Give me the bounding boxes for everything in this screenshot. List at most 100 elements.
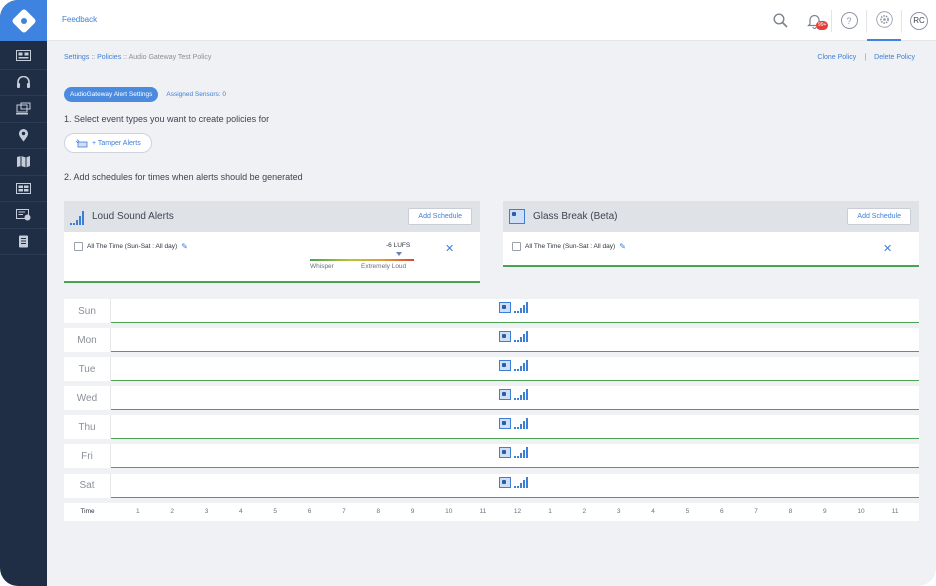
delete-policy-button[interactable]: Delete Policy — [874, 54, 915, 61]
notifications-button[interactable]: 99+ — [797, 0, 831, 41]
avatar: RC — [910, 11, 928, 30]
day-schedule-track[interactable] — [111, 415, 919, 440]
edit-icon[interactable]: ✎ — [619, 242, 626, 251]
settings-button[interactable] — [867, 0, 901, 41]
step-2-heading: 2. Add schedules for times when alerts s… — [64, 172, 303, 182]
dashboard-icon — [16, 50, 31, 62]
day-name: Sun — [78, 305, 96, 317]
glass-break-icon[interactable] — [499, 389, 511, 401]
tamper-alerts-button[interactable]: + Tamper Alerts — [64, 133, 152, 153]
add-schedule-button[interactable]: Add Schedule — [847, 208, 911, 225]
loud-sound-card: Loud Sound Alerts Add Schedule All The T… — [64, 201, 480, 283]
weekly-timeline: Sun Mon Tue Wed Thu Fri Sat Time 1 2 3 4 5 6 7 8 9 10 11… — [64, 299, 919, 521]
hour-tick-label: 10 — [857, 507, 865, 515]
add-schedule-button[interactable]: Add Schedule — [408, 208, 472, 225]
devices-icon — [16, 102, 31, 115]
schedule-line — [503, 265, 919, 267]
hour-tick-label: 10 — [445, 507, 453, 515]
day-name: Thu — [78, 421, 96, 433]
remove-schedule-button[interactable]: ✕ — [883, 242, 892, 255]
glass-break-icon[interactable] — [499, 476, 511, 488]
hour-tick-label: 9 — [410, 507, 415, 515]
glass-break-title: Glass Break (Beta) — [533, 211, 618, 222]
breadcrumb-separator: :: — [121, 54, 129, 61]
help-icon: ? — [840, 12, 858, 29]
clone-policy-button[interactable]: Clone Policy — [817, 54, 856, 61]
hour-tick-label: 6 — [719, 507, 724, 515]
loudness-scale[interactable] — [310, 259, 414, 261]
day-row: Tue — [64, 357, 919, 382]
day-schedule-track[interactable] — [111, 474, 919, 498]
hour-tick-label: 3 — [204, 507, 209, 515]
sidebar-item-dashboard[interactable] — [0, 43, 47, 70]
threshold-marker-icon[interactable] — [396, 252, 402, 256]
day-event-icons — [499, 331, 528, 343]
map-icon — [17, 156, 30, 168]
sidebar-item-locations[interactable] — [0, 123, 47, 149]
schedule-label: All The Time (Sun-Sat : All day) — [87, 243, 178, 250]
day-label: Thu — [64, 415, 111, 440]
help-button[interactable]: ? — [832, 0, 866, 41]
sidebar-item-audio[interactable] — [0, 70, 47, 96]
glass-break-icon[interactable] — [499, 331, 511, 343]
remove-schedule-button[interactable]: ✕ — [445, 242, 454, 255]
tab-alert-settings[interactable]: AudioGateway Alert Settings — [64, 87, 159, 102]
search-button[interactable] — [763, 0, 797, 41]
day-row: Sat — [64, 473, 919, 498]
time-axis-label: Time — [80, 508, 95, 516]
day-schedule-track[interactable] — [111, 328, 919, 353]
tamper-alerts-label: + Tamper Alerts — [92, 139, 141, 147]
hour-tick-label: 4 — [651, 507, 655, 515]
breadcrumb: Settings :: Policies :: Audio Gateway Te… — [64, 54, 211, 61]
calendar-icon — [74, 242, 83, 251]
glass-break-icon[interactable] — [499, 418, 511, 430]
loud-sound-icon[interactable] — [514, 447, 528, 459]
day-schedule-track[interactable] — [111, 444, 919, 469]
sidebar-item-policies[interactable] — [0, 202, 47, 229]
edit-icon[interactable]: ✎ — [181, 242, 188, 251]
glass-break-icon[interactable] — [499, 447, 511, 459]
loud-sound-icon[interactable] — [514, 331, 528, 343]
breadcrumb-policies[interactable]: Policies — [97, 54, 121, 61]
day-name: Tue — [78, 363, 96, 375]
sidebar-item-devices[interactable] — [0, 96, 47, 123]
timeline-days: Sun Mon Tue Wed Thu Fri Sat — [64, 299, 919, 498]
breadcrumb-settings[interactable]: Settings — [64, 54, 89, 61]
feedback-link[interactable]: Feedback — [62, 15, 97, 24]
day-schedule-track[interactable] — [111, 299, 919, 323]
day-name: Mon — [77, 334, 97, 346]
loud-sound-icon[interactable] — [514, 302, 528, 313]
day-schedule-track[interactable] — [111, 357, 919, 382]
hour-tick-label: 1 — [136, 507, 140, 515]
glass-break-icon[interactable] — [499, 302, 511, 313]
day-event-icons — [499, 476, 528, 488]
tab-assigned-sensors[interactable]: Assigned Sensors: 0 — [166, 91, 226, 98]
sidebar-item-video-wall[interactable] — [0, 176, 47, 202]
hour-tick-label: 4 — [239, 507, 243, 515]
policy-icon — [16, 209, 31, 221]
day-name: Wed — [76, 392, 98, 404]
day-label: Fri — [64, 444, 111, 469]
loud-sound-icon[interactable] — [514, 360, 528, 372]
lufs-value: -6 LUFS — [386, 242, 411, 249]
top-bar-icons: 99+ ? RC — [763, 0, 936, 41]
day-name: Sat — [79, 480, 95, 492]
app-frame: Feedback 99+ ? RC Settings :: Policies:… — [0, 0, 936, 586]
glass-break-icon[interactable] — [499, 360, 511, 372]
help-label: ? — [846, 15, 852, 26]
loud-sound-icon[interactable] — [514, 418, 528, 430]
loud-sound-icon[interactable] — [514, 476, 528, 488]
sidebar — [0, 0, 47, 586]
top-bar: Feedback 99+ ? RC — [47, 0, 936, 41]
sidebar-item-map[interactable] — [0, 149, 47, 176]
hour-tick-label: 9 — [823, 507, 827, 515]
day-schedule-track[interactable] — [111, 386, 919, 411]
loud-sound-title: Loud Sound Alerts — [92, 211, 174, 222]
logo[interactable] — [0, 0, 47, 41]
user-menu[interactable]: RC — [902, 0, 936, 41]
notification-badge: 99+ — [816, 21, 829, 30]
breadcrumb-separator: :: — [89, 54, 98, 61]
loud-sound-icon[interactable] — [514, 389, 528, 401]
glass-break-icon — [509, 209, 525, 224]
sidebar-item-reports[interactable] — [0, 229, 47, 255]
